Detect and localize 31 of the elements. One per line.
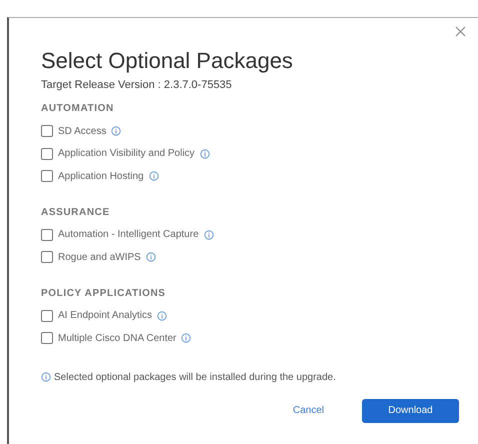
dialog-title: Select Optional Packages — [41, 48, 294, 74]
package-label: Application Visibility and Policy — [58, 148, 195, 160]
section-heading: POLICY APPLICATIONS — [41, 288, 167, 298]
package-label: Multiple Cisco DNA Center — [58, 332, 176, 344]
info-icon — [41, 372, 51, 382]
info-icon — [146, 252, 156, 262]
package-label: Automation - Intelligent Capture — [58, 229, 199, 240]
note-text: Selected optional packages will be installed during the upgrade. — [54, 372, 336, 382]
info-icon — [200, 148, 210, 159]
release-version: Target Release Version : 2.3.7.0-75535 — [41, 79, 233, 91]
checkbox[interactable] — [41, 125, 53, 138]
package-label: SD Access — [58, 126, 106, 137]
section-heading: AUTOMATION — [41, 103, 115, 114]
cancel-link[interactable]: Cancel — [292, 405, 324, 416]
checkbox[interactable] — [41, 170, 53, 182]
package-label: Rogue and aWIPS — [58, 252, 141, 263]
section-heading: ASSURANCE — [41, 206, 111, 218]
info-icon — [156, 310, 167, 321]
checkbox[interactable] — [41, 332, 53, 344]
checkbox[interactable] — [41, 310, 53, 322]
package-label: Application Hosting — [58, 170, 144, 182]
download-button[interactable]: Download — [362, 398, 459, 422]
checkbox[interactable] — [41, 228, 53, 241]
info-icon — [111, 126, 122, 136]
info-icon — [148, 171, 159, 182]
info-icon — [181, 333, 192, 344]
checkbox[interactable] — [41, 148, 53, 160]
checkbox[interactable] — [41, 251, 53, 264]
info-icon — [204, 230, 214, 240]
close-button[interactable] — [453, 24, 468, 39]
package-label: AI Endpoint Analytics — [58, 310, 152, 322]
